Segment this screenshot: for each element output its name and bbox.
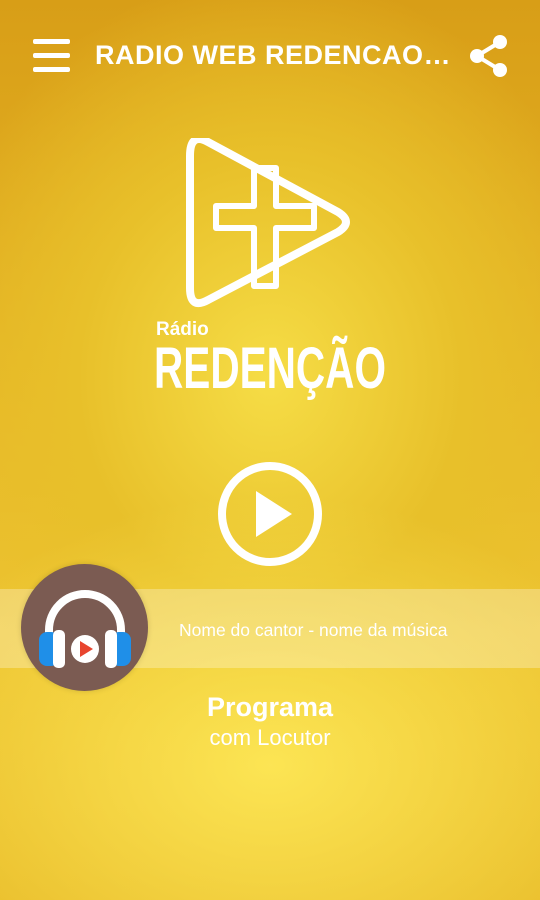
station-logo: Rádio REDENÇÃO [150, 135, 390, 401]
app-title: RADIO WEB REDENCAO DE PALHOÇA [95, 40, 455, 70]
hamburger-menu-icon[interactable] [30, 36, 74, 76]
play-button[interactable] [216, 460, 324, 568]
avatar [21, 564, 148, 691]
logo-big-text: REDENÇÃO [154, 336, 386, 400]
track-info: Nome do cantor - nome da música [179, 620, 448, 640]
headphones-icon [39, 590, 131, 668]
play-circle-icon [218, 462, 322, 566]
app-bar: RADIO WEB REDENCAO DE PALHOÇA [0, 0, 540, 112]
share-icon[interactable] [466, 33, 512, 79]
program-info: Programa com Locutor [0, 690, 540, 752]
program-name: Programa [206, 692, 334, 722]
program-host: com Locutor [209, 725, 331, 750]
